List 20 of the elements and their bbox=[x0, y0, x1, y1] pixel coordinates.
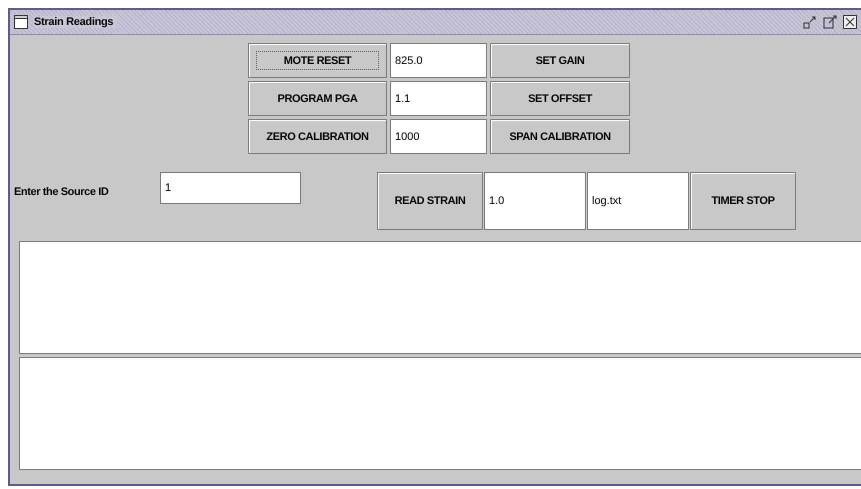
command-button[interactable]: PROGRAM PGA bbox=[248, 81, 387, 116]
file-name-field[interactable]: log.txt bbox=[587, 172, 689, 230]
window-title: Strain Readings bbox=[34, 16, 118, 28]
reading-field[interactable]: 1.0 bbox=[484, 172, 586, 230]
value-field[interactable]: 1.1 bbox=[390, 81, 487, 116]
source-id-label: Enter the Source ID bbox=[14, 186, 110, 198]
source-id-field[interactable]: 1 bbox=[160, 172, 301, 204]
maximize-icon[interactable] bbox=[823, 15, 837, 29]
command-button[interactable]: ZERO CALIBRATION bbox=[248, 119, 387, 154]
command-button[interactable]: MOTE RESET bbox=[248, 43, 387, 78]
command-button[interactable]: SET GAIN bbox=[490, 43, 630, 78]
read-strain-button[interactable]: READ STRAIN bbox=[377, 172, 483, 230]
window-icon bbox=[14, 15, 28, 29]
timer-stop-button[interactable]: TIMER STOP bbox=[690, 172, 796, 230]
command-button[interactable]: SET OFFSET bbox=[490, 81, 630, 116]
command-button[interactable]: SPAN CALIBRATION bbox=[490, 119, 630, 154]
close-icon[interactable] bbox=[843, 15, 857, 29]
iconify-icon[interactable] bbox=[803, 15, 817, 29]
value-field[interactable]: 825.0 bbox=[390, 43, 487, 78]
value-field[interactable]: 1000 bbox=[390, 119, 487, 154]
